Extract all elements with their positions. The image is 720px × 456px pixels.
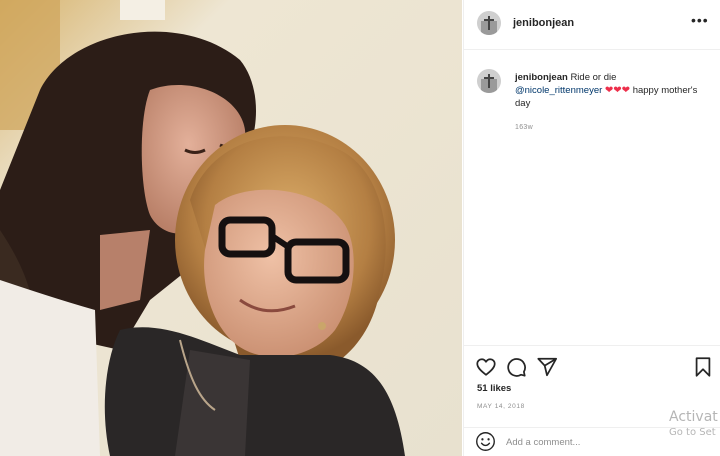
header-username[interactable]: jenibonjean bbox=[513, 17, 574, 29]
comment-input[interactable] bbox=[506, 433, 656, 451]
heart-icon[interactable] bbox=[475, 356, 497, 378]
more-horizontal-icon[interactable]: ••• bbox=[691, 13, 708, 30]
comment-icon[interactable] bbox=[505, 356, 527, 378]
avatar[interactable] bbox=[477, 69, 501, 93]
photo-two-women-selfie bbox=[0, 0, 462, 456]
caption-text: jenibonjean Ride or die @nicole_rittenme… bbox=[515, 71, 710, 110]
avatar[interactable] bbox=[477, 11, 501, 35]
share-icon[interactable] bbox=[536, 356, 558, 378]
caption-mention-link[interactable]: @nicole_rittenmeyer bbox=[515, 85, 602, 96]
post-caption: jenibonjean Ride or die @nicole_rittenme… bbox=[464, 50, 720, 344]
post-actions: 51 likes MAY 14, 2018 bbox=[464, 345, 720, 429]
bookmark-icon[interactable] bbox=[692, 356, 714, 378]
like-count[interactable]: 51 likes bbox=[477, 383, 511, 394]
post-photo[interactable] bbox=[0, 0, 462, 456]
caption-username[interactable]: jenibonjean bbox=[515, 72, 568, 83]
heart-emoji-icon: ❤❤❤ bbox=[604, 85, 631, 96]
post-side-panel: jenibonjean ••• jenibonjean Ride or die … bbox=[463, 0, 720, 456]
caption-body: Ride or die bbox=[570, 72, 617, 83]
emoji-icon[interactable] bbox=[475, 431, 496, 452]
caption-timestamp[interactable]: 163w bbox=[515, 124, 533, 131]
add-comment-bar bbox=[464, 427, 720, 456]
post-header: jenibonjean ••• bbox=[464, 0, 720, 50]
post-date[interactable]: MAY 14, 2018 bbox=[477, 403, 525, 410]
